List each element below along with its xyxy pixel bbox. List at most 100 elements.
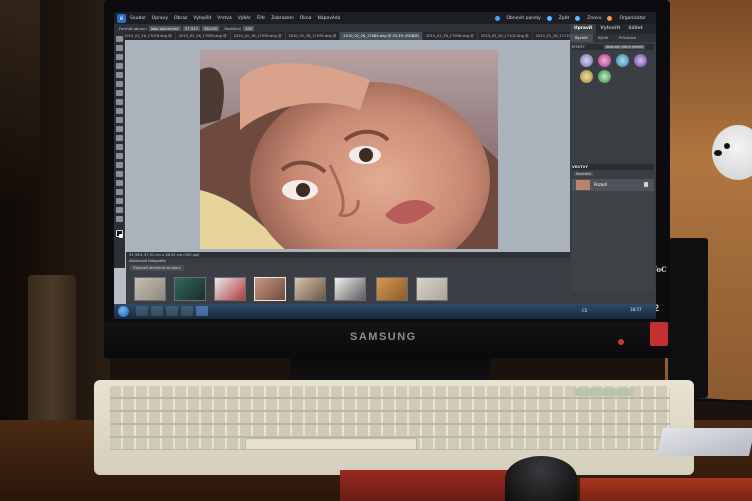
photo-bin bbox=[126, 264, 570, 304]
drinking-glass bbox=[28, 275, 76, 425]
language-indicator[interactable]: CS bbox=[582, 308, 587, 313]
document-tab-active[interactable]: 2010_02_26_17085.dng @ 33,3% (RGB/8) bbox=[340, 32, 423, 40]
height-field[interactable]: 38,000 bbox=[202, 25, 220, 31]
effect-swatch[interactable] bbox=[598, 70, 611, 83]
red-sticker bbox=[650, 322, 668, 346]
document-tab[interactable]: 2010_02_26_17076.dng @ bbox=[121, 32, 176, 40]
undo-button[interactable]: Zpět bbox=[559, 16, 569, 21]
bin-thumbnail[interactable] bbox=[214, 277, 246, 301]
quick-selection-tool-icon[interactable] bbox=[116, 99, 123, 105]
bin-thumbnail[interactable] bbox=[134, 277, 166, 301]
screen: e Soubor Úpravy Obraz Vylepšit Vrstva Vý… bbox=[114, 12, 656, 319]
menu-vrstva[interactable]: Vrstva bbox=[217, 16, 231, 21]
menu-zobrazeni[interactable]: Zobrazení bbox=[271, 16, 294, 21]
document-tabs: 2010_02_26_17076.dng @ 2010_02_26_17085.… bbox=[121, 32, 570, 40]
lock-icon bbox=[644, 182, 648, 187]
menu-filtr[interactable]: Filtr bbox=[257, 16, 265, 21]
healing-brush-tool-icon[interactable] bbox=[116, 135, 123, 141]
taskbar-photoshop-icon[interactable] bbox=[196, 306, 208, 316]
eraser-tool-icon[interactable] bbox=[116, 153, 123, 159]
menu-bar: e Soubor Úpravy Obraz Vylepšit Vrstva Vý… bbox=[114, 12, 656, 24]
app-logo-icon: e bbox=[117, 13, 126, 23]
menu-upravy[interactable]: Úpravy bbox=[152, 16, 168, 21]
menu-napoveda[interactable]: Nápověda bbox=[318, 16, 341, 21]
blend-mode-select[interactable]: Normální bbox=[574, 172, 594, 176]
bin-thumbnail[interactable] bbox=[174, 277, 206, 301]
layer-name: Pozadí bbox=[594, 182, 607, 187]
tab-sdilet[interactable]: Sdílet bbox=[624, 24, 646, 34]
show-open-files-select[interactable]: Zobrazit otevřené soubory bbox=[130, 265, 184, 271]
canvas-area[interactable] bbox=[126, 40, 570, 252]
crop-mode-select[interactable]: Jako dokument bbox=[148, 25, 181, 31]
taskbar-browser-icon[interactable] bbox=[166, 306, 178, 316]
document-tab[interactable]: 2010_02_26_17098.dng @ bbox=[423, 32, 478, 40]
subtab-vyber[interactable]: Výběr bbox=[593, 34, 614, 42]
taskbar-explorer-icon[interactable] bbox=[136, 306, 148, 316]
type-tool-icon[interactable] bbox=[116, 108, 123, 114]
gradient-tool-icon[interactable] bbox=[116, 180, 123, 186]
tab-upravit[interactable]: Upravit bbox=[570, 24, 597, 34]
pencil-tool-icon[interactable] bbox=[116, 216, 123, 222]
crop-tool-icon[interactable] bbox=[116, 117, 123, 123]
bin-thumbnail[interactable] bbox=[376, 277, 408, 301]
shape-tool-icon[interactable] bbox=[116, 189, 123, 195]
redo-icon bbox=[575, 15, 581, 21]
bin-thumbnail[interactable] bbox=[334, 277, 366, 301]
redo-button[interactable]: Znovu bbox=[587, 16, 601, 21]
magic-wand-tool-icon[interactable] bbox=[116, 90, 123, 96]
zoom-tool-icon[interactable] bbox=[116, 45, 123, 51]
bin-thumbnail-selected[interactable] bbox=[254, 277, 286, 301]
subtab-pruvodce[interactable]: Průvodce bbox=[614, 34, 642, 42]
speaker bbox=[668, 238, 708, 398]
document-tab[interactable]: 2010_02_26_17085.dng @ bbox=[176, 32, 231, 40]
organizer-icon bbox=[607, 15, 613, 21]
width-field[interactable]: 37,912 bbox=[182, 25, 201, 31]
effects-category-select[interactable]: Nástroje všech efektů bbox=[604, 45, 645, 49]
lasso-tool-icon[interactable] bbox=[116, 81, 123, 87]
taskbar-media-icon[interactable] bbox=[151, 306, 163, 316]
effect-swatch[interactable] bbox=[580, 54, 593, 67]
cards bbox=[657, 428, 752, 456]
resolution-label: Rozlišení bbox=[224, 25, 242, 31]
layer-row[interactable]: Pozadí bbox=[572, 179, 654, 191]
bin-thumbnail[interactable] bbox=[294, 277, 326, 301]
marquee-tool-icon[interactable] bbox=[116, 72, 123, 78]
reset-panels-icon bbox=[494, 15, 500, 21]
start-button-icon[interactable] bbox=[118, 306, 129, 317]
resolution-field[interactable]: 200 bbox=[243, 25, 255, 31]
paint-bucket-tool-icon[interactable] bbox=[116, 171, 123, 177]
hand-tool-icon[interactable] bbox=[116, 54, 123, 60]
document-tab[interactable]: 2010_02_26_17090.dng @ bbox=[231, 32, 286, 40]
document-tab[interactable]: 2010_02_26_17102.dng @ bbox=[478, 32, 533, 40]
organizer-button[interactable]: Organizátor bbox=[619, 16, 646, 21]
subtab-rychle[interactable]: Rychlé bbox=[570, 34, 593, 42]
clock[interactable]: 18:57 bbox=[630, 307, 642, 312]
menu-okna[interactable]: Okna bbox=[300, 16, 312, 21]
move-tool-icon[interactable] bbox=[116, 36, 123, 42]
menu-soubor[interactable]: Soubor bbox=[130, 16, 146, 21]
red-eye-tool-icon[interactable] bbox=[116, 126, 123, 132]
plush-toy-eye bbox=[724, 143, 730, 149]
tab-vytvorit[interactable]: Vytvořit bbox=[596, 24, 624, 34]
blur-tool-icon[interactable] bbox=[116, 198, 123, 204]
menu-vylepsit[interactable]: Vylepšit bbox=[193, 16, 211, 21]
photo-scene: SAMSUNG ToC 5 2 e Soubor Úpravy Obraz Vy… bbox=[0, 0, 752, 501]
edited-photo[interactable] bbox=[200, 50, 498, 249]
effect-swatch[interactable] bbox=[634, 54, 647, 67]
document-tab[interactable]: 2010_02_26_17110.dng @ bbox=[533, 32, 570, 40]
brush-tool-icon[interactable] bbox=[116, 162, 123, 168]
clone-stamp-tool-icon[interactable] bbox=[116, 144, 123, 150]
sponge-tool-icon[interactable] bbox=[116, 207, 123, 213]
effect-swatch[interactable] bbox=[598, 54, 611, 67]
document-tab[interactable]: 2010_02_26_17095.dng @ bbox=[286, 32, 341, 40]
reset-panels-button[interactable]: Obnovit panely bbox=[507, 16, 541, 21]
menu-obraz[interactable]: Obraz bbox=[174, 16, 187, 21]
effect-swatch[interactable] bbox=[616, 54, 629, 67]
background-shadow bbox=[0, 0, 40, 200]
taskbar-folder-icon[interactable] bbox=[181, 306, 193, 316]
eyedropper-tool-icon[interactable] bbox=[116, 63, 123, 69]
background-color-icon[interactable] bbox=[119, 234, 123, 238]
bin-thumbnail[interactable] bbox=[416, 277, 448, 301]
effect-swatch[interactable] bbox=[580, 70, 593, 83]
menu-vyber[interactable]: Výběr bbox=[238, 16, 251, 21]
